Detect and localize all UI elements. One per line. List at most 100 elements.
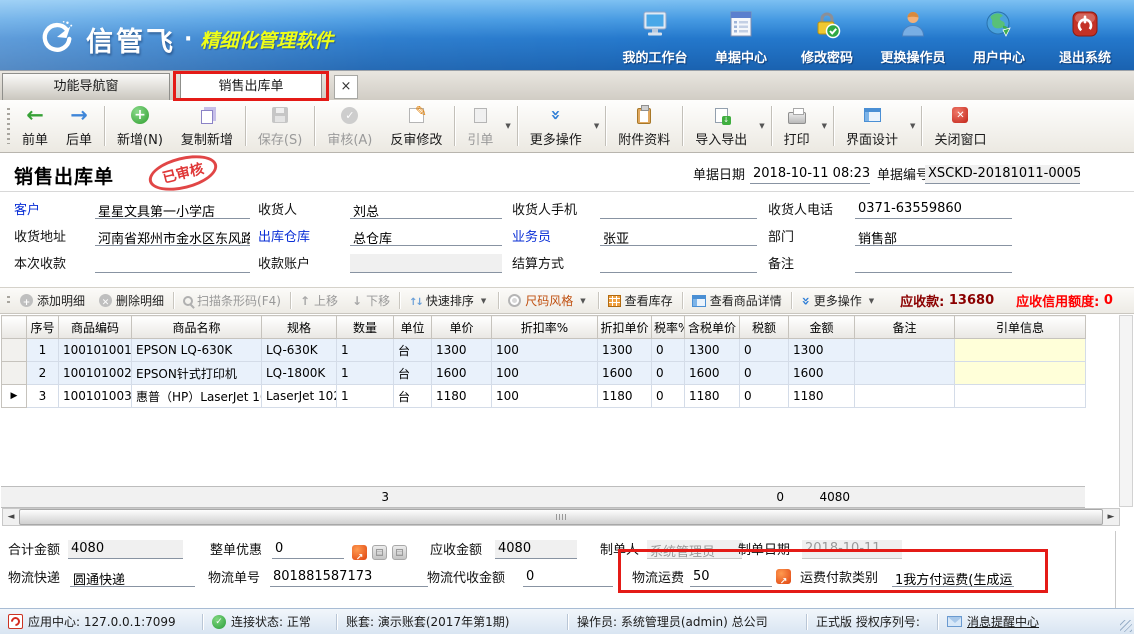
col-header[interactable]: 折扣单价 — [598, 316, 652, 339]
col-header[interactable]: 金额 — [789, 316, 855, 339]
grid-cell[interactable]: 1600 — [685, 362, 740, 385]
dropdown-caret-icon[interactable] — [502, 100, 513, 152]
grid-cell[interactable]: 台 — [394, 339, 432, 362]
workstation-button[interactable]: 我的工作台 — [612, 8, 698, 66]
move-up-button[interactable]: 上移 — [293, 288, 345, 313]
scan-barcode-button[interactable]: 扫描条形码(F4) — [176, 288, 288, 313]
customer-field[interactable]: 星星文具第一小学店 — [95, 200, 250, 219]
grid-cell-ref-info[interactable] — [955, 362, 1086, 385]
print-button[interactable]: 打印 — [775, 100, 819, 152]
tracking-no-field[interactable]: 801881587173 — [270, 568, 428, 587]
settle-method-field[interactable] — [600, 254, 757, 273]
freight-pay-type-field[interactable]: 1我方付运费(生成运 — [892, 568, 1014, 587]
consignee-phone-field[interactable]: 0371-63559860 — [855, 200, 1012, 219]
tab-sales-outbound[interactable]: 销售出库单 — [180, 73, 322, 100]
grid-horizontal-scrollbar[interactable]: ◄ ► — [2, 508, 1120, 526]
grid-cell-ref-info[interactable] — [955, 339, 1086, 362]
grid-cell[interactable]: 0 — [740, 385, 789, 408]
grid-cell[interactable]: 1300 — [598, 339, 652, 362]
grid-cell[interactable]: LQ-630K — [262, 339, 337, 362]
tab-close-button[interactable]: × — [334, 75, 358, 99]
grid-cell[interactable]: 100 — [492, 362, 598, 385]
grid-cell[interactable]: 100101002 — [59, 362, 132, 385]
document-center-button[interactable]: 单据中心 — [698, 8, 784, 66]
total-amount-field[interactable]: 4080 — [68, 540, 183, 559]
grid-vertical-scrollbar[interactable] — [1119, 315, 1133, 507]
more-actions-button[interactable]: 更多操作 — [521, 100, 591, 152]
dropdown-caret-icon[interactable] — [756, 100, 767, 152]
grid-cell[interactable]: 1300 — [789, 339, 855, 362]
grid-cell[interactable] — [855, 339, 955, 362]
change-password-button[interactable]: 修改密码 — [784, 8, 870, 66]
dropdown-caret-icon[interactable] — [866, 297, 877, 305]
col-header[interactable]: 折扣率% — [492, 316, 598, 339]
grid-cell[interactable]: 1 — [337, 339, 394, 362]
delete-detail-button[interactable]: 删除明细 — [92, 288, 171, 313]
dropdown-caret-icon[interactable] — [478, 297, 489, 305]
scroll-left-arrow-icon[interactable]: ◄ — [3, 509, 19, 525]
attachment-button[interactable]: 附件资料 — [609, 100, 679, 152]
col-header[interactable]: 单价 — [432, 316, 492, 339]
quick-sort-button[interactable]: 快速排序 — [402, 288, 496, 313]
doc-no-field[interactable]: XSCKD-20181011-0005 — [925, 165, 1080, 184]
grid-cell[interactable]: 100 — [492, 339, 598, 362]
row-selector-cell[interactable] — [2, 339, 27, 362]
col-header[interactable]: 含税单价 — [685, 316, 740, 339]
grid-cell[interactable]: 2 — [27, 362, 59, 385]
grid-cell[interactable]: LaserJet 1020 — [262, 385, 337, 408]
col-header[interactable]: 备注 — [855, 316, 955, 339]
user-center-button[interactable]: 用户中心 — [956, 8, 1042, 66]
grid-cell[interactable]: 0 — [740, 362, 789, 385]
grid-cell[interactable]: 0 — [652, 339, 685, 362]
col-header[interactable]: 税率% — [652, 316, 685, 339]
col-header[interactable]: 商品编码 — [59, 316, 132, 339]
grid-cell[interactable]: 1 — [27, 339, 59, 362]
grid-cell[interactable]: 1 — [337, 385, 394, 408]
scrollbar-thumb[interactable] — [19, 509, 1103, 525]
cod-amount-field[interactable]: 0 — [523, 568, 613, 587]
view-product-detail-button[interactable]: 查看商品详情 — [685, 288, 789, 313]
payment-field[interactable] — [95, 254, 250, 273]
grid-cell[interactable]: EPSON LQ-630K — [132, 339, 262, 362]
apply-freight-icon[interactable] — [776, 569, 791, 584]
row-selector-header[interactable] — [2, 316, 27, 339]
account-field[interactable] — [350, 254, 502, 273]
col-header[interactable]: 引单信息 — [955, 316, 1086, 339]
resize-grip-icon[interactable] — [1120, 620, 1132, 632]
next-doc-button[interactable]: 后单 — [57, 100, 101, 152]
discount-tool2-icon[interactable] — [392, 545, 407, 560]
dropdown-caret-icon[interactable] — [819, 100, 830, 152]
grid-cell[interactable]: 1180 — [789, 385, 855, 408]
ui-design-button[interactable]: 界面设计 — [837, 100, 907, 152]
toolbar-grip-handle[interactable] — [7, 108, 10, 144]
add-new-button[interactable]: 新增(N) — [108, 100, 172, 152]
grid-cell[interactable]: 1 — [337, 362, 394, 385]
dropdown-caret-icon[interactable] — [907, 100, 918, 152]
prev-doc-button[interactable]: 前单 — [13, 100, 57, 152]
col-header[interactable]: 序号 — [27, 316, 59, 339]
col-header[interactable]: 规格 — [262, 316, 337, 339]
warehouse-field[interactable]: 总仓库 — [350, 227, 502, 246]
ref-doc-button[interactable]: 引单 — [458, 100, 502, 152]
grid-cell[interactable]: 100101001 — [59, 339, 132, 362]
remark-field[interactable] — [855, 254, 1012, 273]
tab-function-nav[interactable]: 功能导航窗 — [2, 73, 170, 100]
grid-cell[interactable]: 台 — [394, 385, 432, 408]
save-button[interactable]: 保存(S) — [249, 100, 311, 152]
grid-cell[interactable]: 1180 — [685, 385, 740, 408]
grid-cell[interactable]: 100 — [492, 385, 598, 408]
doc-date-field[interactable]: 2018-10-11 08:23 — [750, 165, 870, 184]
detail-more-actions-button[interactable]: 更多操作 — [794, 288, 884, 313]
exit-system-button[interactable]: 退出系统 — [1042, 8, 1128, 66]
grid-cell[interactable]: LQ-1800K — [262, 362, 337, 385]
grid-cell[interactable]: 1300 — [685, 339, 740, 362]
grid-cell[interactable] — [855, 362, 955, 385]
unaudit-edit-button[interactable]: 反审修改 — [381, 100, 451, 152]
detail-toolbar-grip-handle[interactable] — [7, 296, 10, 305]
grid-cell[interactable]: 1600 — [598, 362, 652, 385]
order-discount-field[interactable]: 0 — [272, 540, 344, 559]
close-window-button[interactable]: 关闭窗口 — [925, 100, 995, 152]
grid-cell[interactable]: 3 — [27, 385, 59, 408]
dept-field[interactable]: 销售部 — [855, 227, 1012, 246]
grid-cell[interactable]: 1300 — [432, 339, 492, 362]
